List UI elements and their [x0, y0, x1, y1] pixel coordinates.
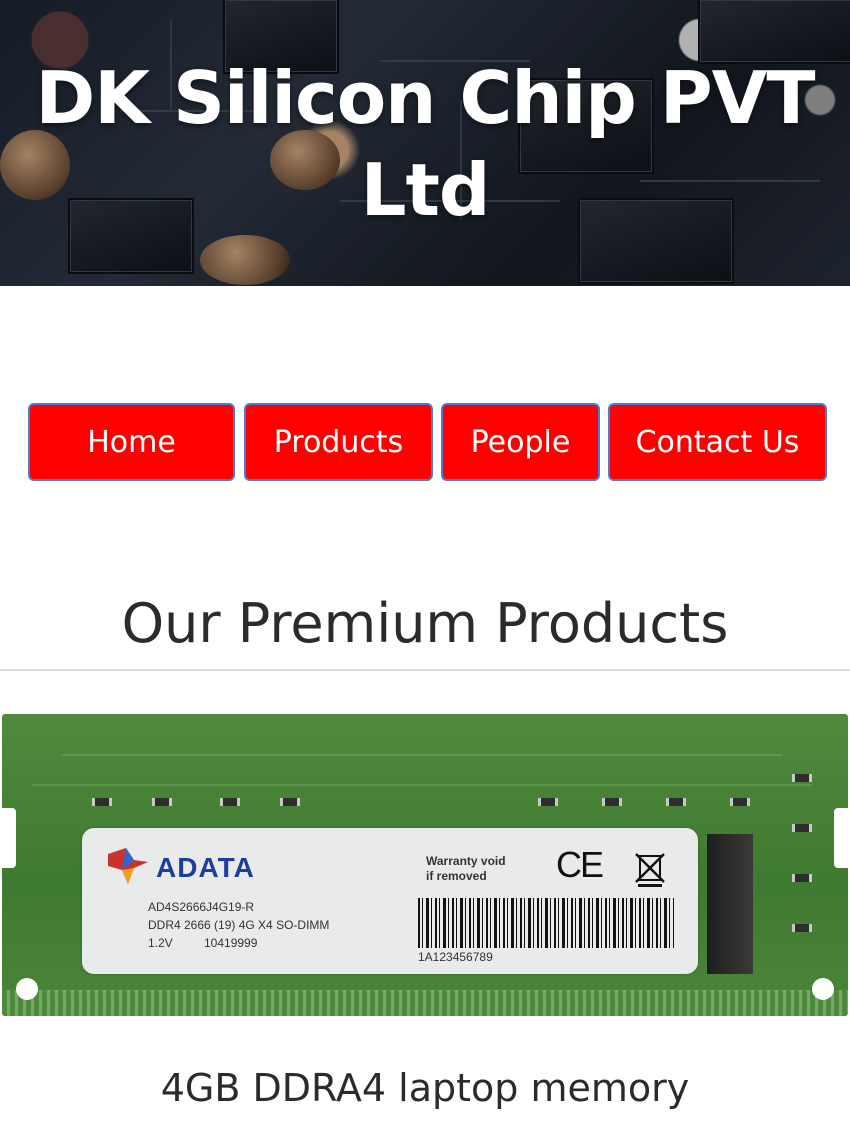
- mounting-hole: [16, 978, 38, 1000]
- product-image: ADATA AD4S2666J4G19-R DDR4 2666 (19) 4G …: [2, 714, 848, 1016]
- smd-component: [666, 798, 686, 806]
- pcb-trace: [32, 784, 812, 786]
- pcb-trace: [62, 754, 782, 756]
- smd-component: [92, 798, 112, 806]
- site-title: DK Silicon Chip PVT Ltd: [35, 56, 816, 232]
- hero-banner: DK Silicon Chip PVT Ltd: [0, 0, 850, 286]
- product-label-sticker: ADATA AD4S2666J4G19-R DDR4 2666 (19) 4G …: [82, 828, 698, 974]
- smd-component: [792, 924, 812, 932]
- nav-people-button[interactable]: People: [441, 403, 600, 481]
- smd-component: [792, 774, 812, 782]
- nav-home-button[interactable]: Home: [28, 403, 235, 481]
- model-number: AD4S2666J4G19-R: [148, 900, 255, 914]
- smd-component: [220, 798, 240, 806]
- mounting-hole: [812, 978, 834, 1000]
- gold-contacts: [2, 990, 848, 1016]
- section-divider: [0, 669, 850, 671]
- memory-chip: [707, 834, 753, 974]
- voltage: 1.2V: [148, 936, 173, 950]
- module-notch: [2, 808, 16, 868]
- barcode: [418, 898, 674, 948]
- barcode-number: 1A123456789: [418, 950, 493, 964]
- brand-name: ADATA: [156, 852, 255, 883]
- smd-component: [280, 798, 300, 806]
- smd-component: [152, 798, 172, 806]
- product-caption: 4GB DDRA4 laptop memory: [160, 1066, 690, 1110]
- ce-mark-icon: CE: [556, 844, 604, 885]
- smd-component: [538, 798, 558, 806]
- nav-contact-button[interactable]: Contact Us: [608, 403, 827, 481]
- warranty-notice: Warranty void if removed: [426, 854, 506, 884]
- section-title: Our Premium Products: [121, 592, 729, 655]
- memory-spec: DDR4 2666 (19) 4G X4 SO-DIMM: [148, 918, 330, 932]
- warranty-line: if removed: [426, 869, 487, 883]
- module-notch: [834, 808, 848, 868]
- part-code: 10419999: [204, 936, 258, 950]
- nav-products-button[interactable]: Products: [244, 403, 433, 481]
- smd-component: [730, 798, 750, 806]
- weee-bin-icon: [635, 853, 665, 887]
- warranty-line: Warranty void: [426, 854, 506, 868]
- main-nav: Home Products People Contact Us: [0, 403, 850, 483]
- smd-component: [602, 798, 622, 806]
- smd-component: [792, 824, 812, 832]
- smd-component: [792, 874, 812, 882]
